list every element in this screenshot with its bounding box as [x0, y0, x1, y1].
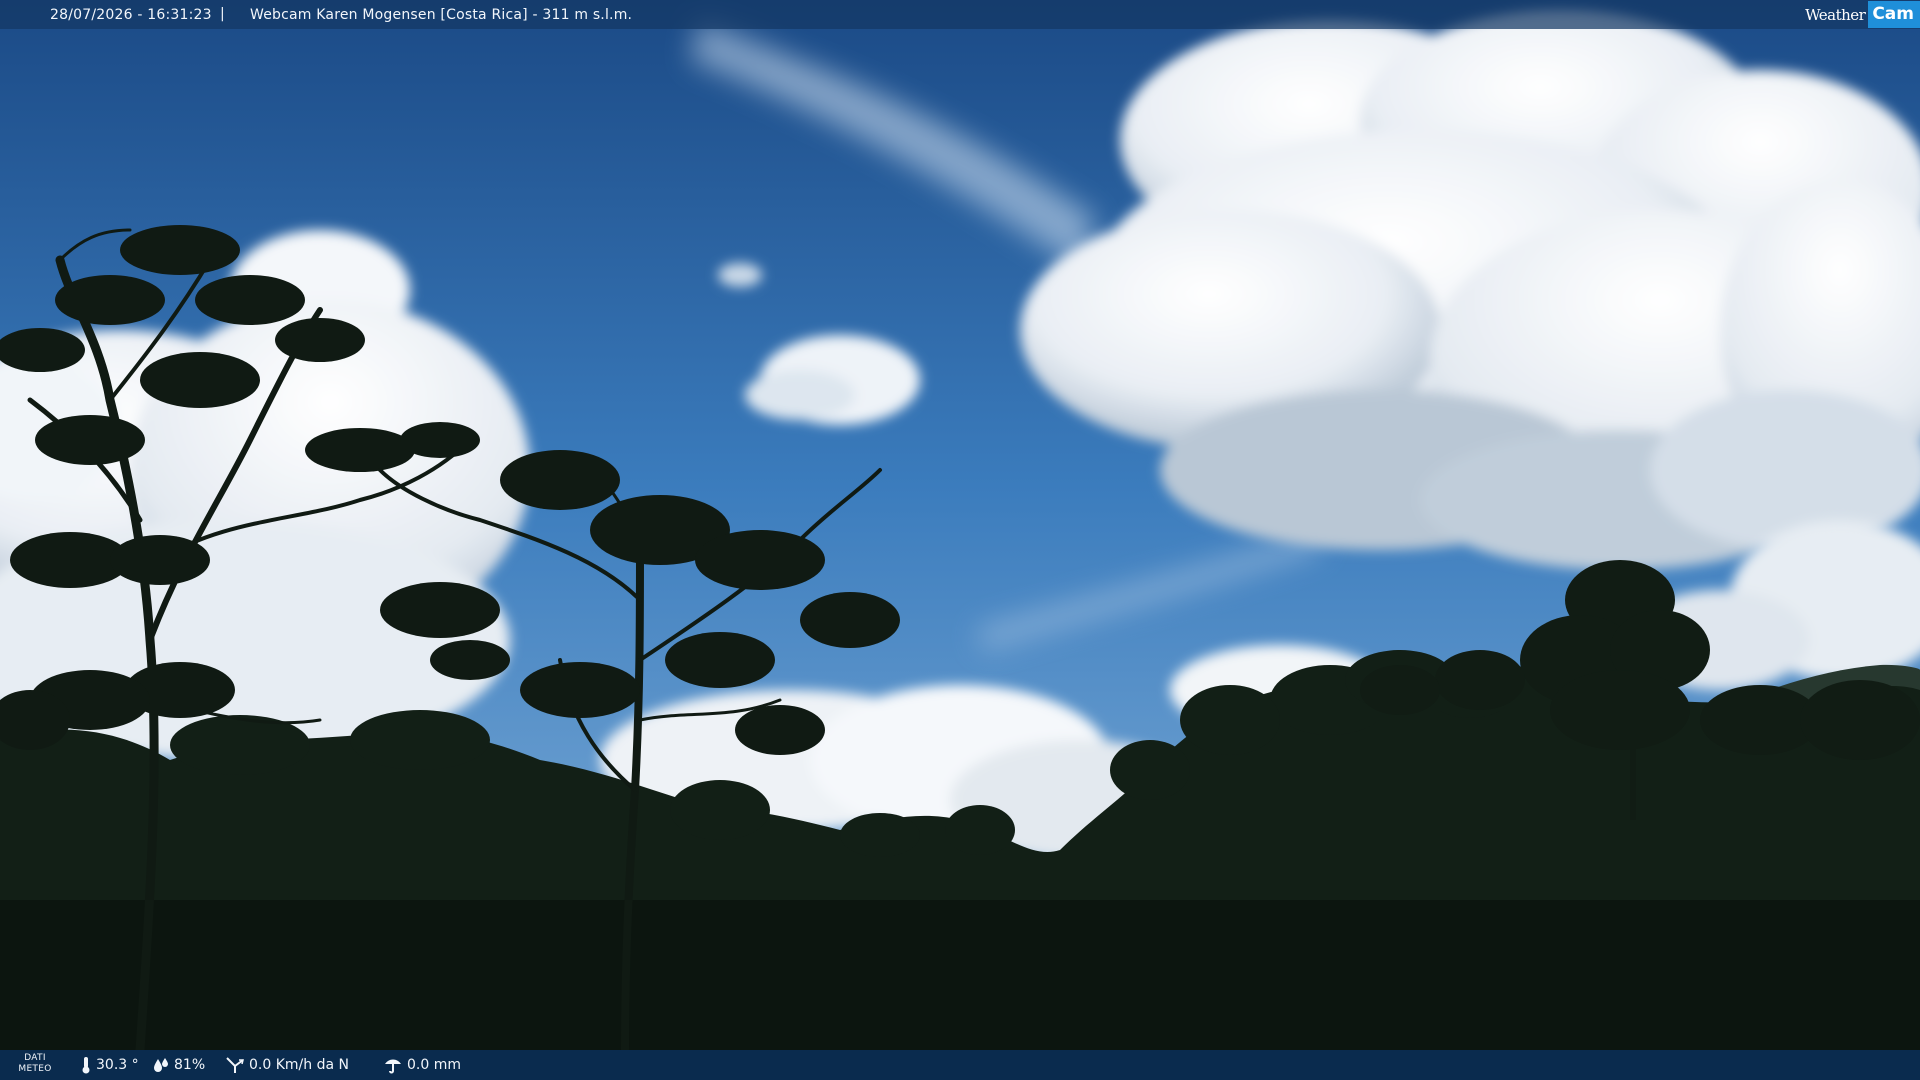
- humidity-value: 81%: [174, 1057, 206, 1073]
- rain-reading: 0.0 mm: [383, 1056, 461, 1074]
- webcam-frame: 28/07/2026 - 16:31:23 | Webcam Karen Mog…: [0, 0, 1920, 1080]
- humidity-reading: 81%: [152, 1056, 205, 1074]
- rain-gauge-icon: [383, 1056, 403, 1074]
- meteo-label-line2: METEO: [18, 1064, 52, 1074]
- webcam-caption: Webcam Karen Mogensen [Costa Rica] - 311…: [250, 7, 633, 23]
- weathercam-logo: Weather Cam: [1805, 0, 1920, 29]
- temperature-value: 30.3 °: [96, 1057, 139, 1073]
- landscape-photo: [0, 0, 1920, 1080]
- meteo-label-line1: DATI: [24, 1053, 46, 1063]
- timestamp: 28/07/2026 - 16:31:23: [50, 7, 212, 23]
- wind-value: 0.0 Km/h da N: [249, 1057, 349, 1073]
- thermometer-icon: [80, 1056, 92, 1074]
- caption-bar: 28/07/2026 - 16:31:23 | Webcam Karen Mog…: [0, 0, 1920, 29]
- rain-value: 0.0 mm: [407, 1057, 461, 1073]
- logo-text-weather: Weather: [1805, 5, 1866, 24]
- caption-separator: |: [220, 6, 225, 22]
- temperature-reading: 30.3 °: [80, 1056, 139, 1074]
- meteo-label: DATI METEO: [14, 1053, 56, 1075]
- wind-reading: 0.0 Km/h da N: [225, 1056, 349, 1074]
- meteo-bar: DATI METEO 30.3 ° 81% 0.0 Km/h da N 0.0 …: [0, 1050, 1920, 1080]
- logo-text-cam: Cam: [1868, 1, 1920, 28]
- wind-vane-icon: [225, 1056, 245, 1074]
- humidity-drops-icon: [152, 1056, 170, 1074]
